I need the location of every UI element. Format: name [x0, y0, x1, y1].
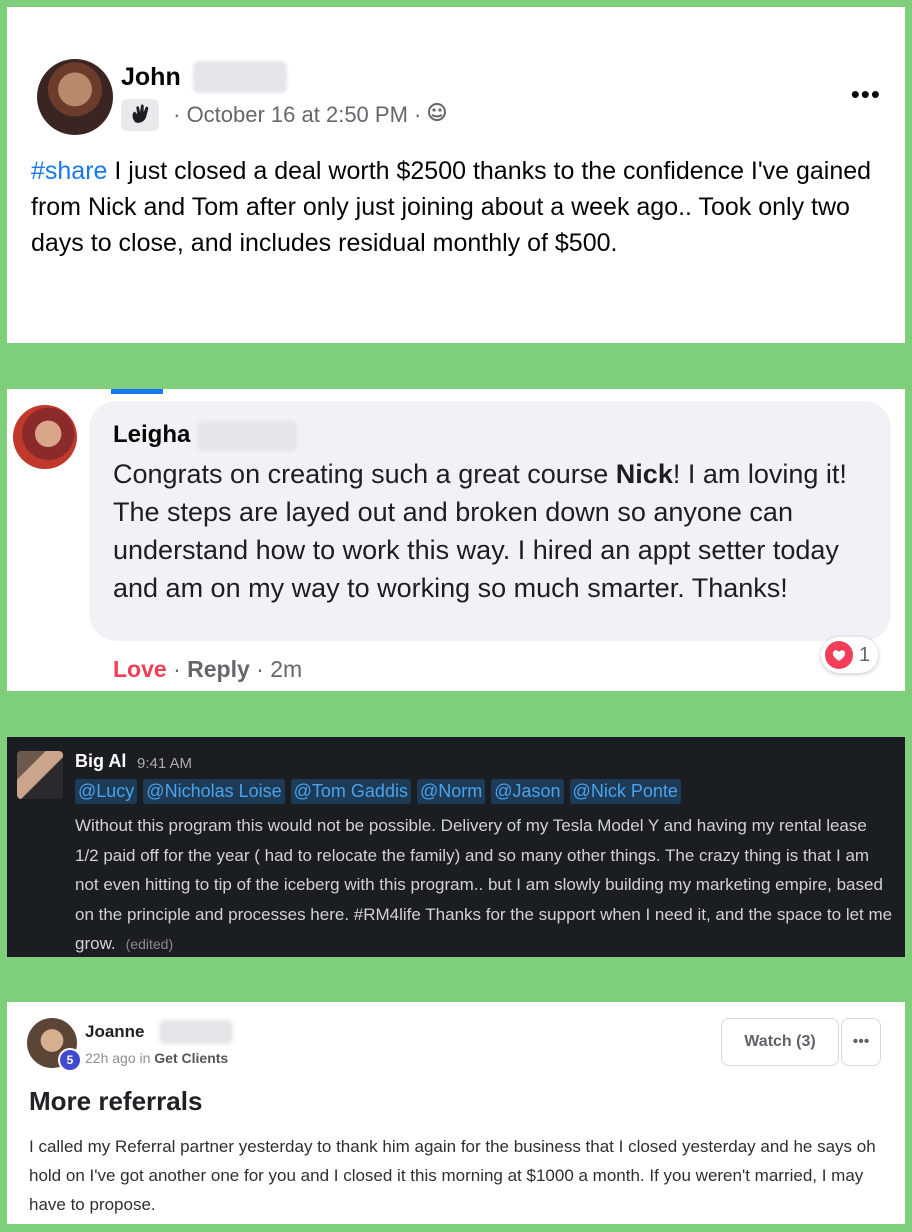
mention-nick-ponte[interactable]: @Nick Ponte: [569, 779, 681, 804]
watch-button[interactable]: Watch (3): [721, 1018, 839, 1066]
redacted-last-name: [159, 1020, 233, 1044]
post-body: #share I just closed a deal worth $2500 …: [31, 153, 891, 261]
mention-list: @Lucy @Nicholas Loise @Tom Gaddis @Norm …: [75, 779, 681, 804]
heart-icon: [825, 641, 853, 669]
post-timestamp[interactable]: October 16 at 2:50 PM: [187, 102, 408, 128]
mention-jason[interactable]: @Jason: [491, 779, 564, 804]
mention-tom-gaddis[interactable]: @Tom Gaddis: [290, 779, 411, 804]
comment-author[interactable]: Leigha: [113, 421, 190, 449]
love-button[interactable]: Love: [113, 656, 167, 682]
reaction-count[interactable]: 1: [821, 637, 879, 673]
author-name[interactable]: John: [121, 63, 181, 92]
post-body: I called my Referral partner yesterday t…: [29, 1137, 876, 1214]
mention-norm[interactable]: @Norm: [416, 779, 486, 804]
avatar[interactable]: [17, 751, 63, 799]
post-title: More referrals: [29, 1086, 203, 1116]
hashtag-link[interactable]: #share: [31, 157, 107, 185]
category-link[interactable]: Get Clients: [154, 1050, 228, 1066]
dot-separator: ·: [167, 102, 187, 127]
redacted-last-name: [197, 421, 297, 451]
message-text: Without this program this would not be p…: [75, 811, 895, 960]
avatar[interactable]: [13, 405, 77, 469]
mention-lucy[interactable]: @Lucy: [75, 779, 138, 804]
comment-bubble: Leigha Congrats on creating such a great…: [89, 401, 891, 641]
avatar[interactable]: [37, 59, 113, 135]
comment-age[interactable]: 2m: [270, 656, 302, 682]
comment-text: Congrats on creating such a great course…: [113, 455, 873, 607]
post-text: I just closed a deal worth $2500 thanks …: [31, 157, 872, 257]
waving-hand-icon: [121, 99, 159, 131]
slack-message-card: Big Al 9:41 AM @Lucy @Nicholas Loise @To…: [7, 737, 905, 957]
post-meta: · October 16 at 2:50 PM ·: [121, 99, 447, 131]
author-name[interactable]: Joanne: [85, 1022, 145, 1042]
comment-text-part: Congrats on creating such a great course: [113, 459, 616, 489]
dot-separator: ·: [256, 656, 271, 682]
dot-separator: ·: [407, 102, 428, 127]
mention-nicholas-loise[interactable]: @Nicholas Loise: [143, 779, 285, 804]
community-post-card: 5 Joanne 22h ago in Get Clients Watch (3…: [7, 1002, 905, 1224]
message-author[interactable]: Big Al: [75, 751, 126, 772]
comment-actions: Love · Reply · 2m: [113, 656, 302, 683]
facebook-comment-card: Leigha Congrats on creating such a great…: [7, 389, 905, 691]
comment-text-bold: Nick: [615, 459, 673, 489]
friends-globe-icon: [427, 102, 447, 128]
edited-label: (edited): [125, 936, 174, 952]
accent-bar: [111, 389, 163, 394]
facebook-post-card: John · October 16 at 2:50 PM · ••• #shar…: [7, 7, 905, 343]
level-badge: 5: [58, 1048, 82, 1072]
more-options-button[interactable]: •••: [851, 79, 881, 110]
message-body: Without this program this would not be p…: [75, 816, 893, 953]
dot-separator: ·: [173, 656, 188, 682]
post-meta: 22h ago in Get Clients: [85, 1050, 228, 1066]
message-time[interactable]: 9:41 AM: [137, 755, 192, 772]
redacted-last-name: [193, 61, 287, 93]
reply-button[interactable]: Reply: [187, 656, 250, 682]
post-age: 22h ago in: [85, 1050, 151, 1066]
reaction-count-label: 1: [859, 643, 871, 666]
more-options-button[interactable]: •••: [841, 1018, 881, 1066]
